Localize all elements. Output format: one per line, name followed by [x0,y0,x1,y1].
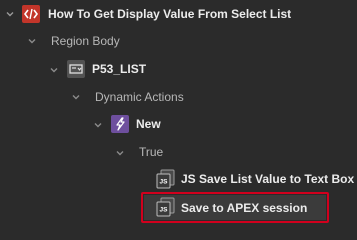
component-tree: How To Get Display Value From Select Lis… [0,0,357,228]
tree-node-action-js[interactable]: JS JS Save List Value to Text Box [0,166,357,192]
chevron-down-icon[interactable] [94,121,102,129]
chevron-down-icon[interactable] [28,37,36,45]
true-branch-label[interactable]: True [139,143,163,161]
tree-node-true[interactable]: True [0,140,357,166]
javascript-file-icon: JS [156,169,175,189]
tree-node-item[interactable]: P53_LIST [0,56,357,82]
chevron-down-icon[interactable] [50,66,58,74]
chevron-down-icon[interactable] [72,93,80,101]
chevron-down-icon[interactable] [116,149,124,157]
dynamic-actions-label[interactable]: Dynamic Actions [95,88,184,106]
action-label[interactable]: JS Save List Value to Text Box [181,170,354,188]
action-label[interactable]: Save to APEX session [181,199,307,217]
tree-node-page[interactable]: How To Get Display Value From Select Lis… [0,0,357,26]
select-list-icon [67,60,85,78]
page-title[interactable]: How To Get Display Value From Select Lis… [48,5,291,23]
javascript-file-icon: JS [156,197,175,217]
item-label[interactable]: P53_LIST [92,60,146,78]
svg-text:JS: JS [160,207,169,214]
tree-node-dynamic-actions[interactable]: Dynamic Actions [0,84,357,110]
tree-node-action-save-session[interactable]: JS Save to APEX session [0,194,357,220]
region-label[interactable]: Region Body [51,32,120,50]
code-brackets-icon [22,5,40,23]
chevron-down-icon[interactable] [6,10,14,18]
lightning-icon [111,115,129,133]
tree-node-dynamic-action-new[interactable]: New [0,112,357,138]
tree-node-region-body[interactable]: Region Body [0,28,357,54]
dynamic-action-label[interactable]: New [136,115,161,133]
svg-text:JS: JS [160,179,169,186]
